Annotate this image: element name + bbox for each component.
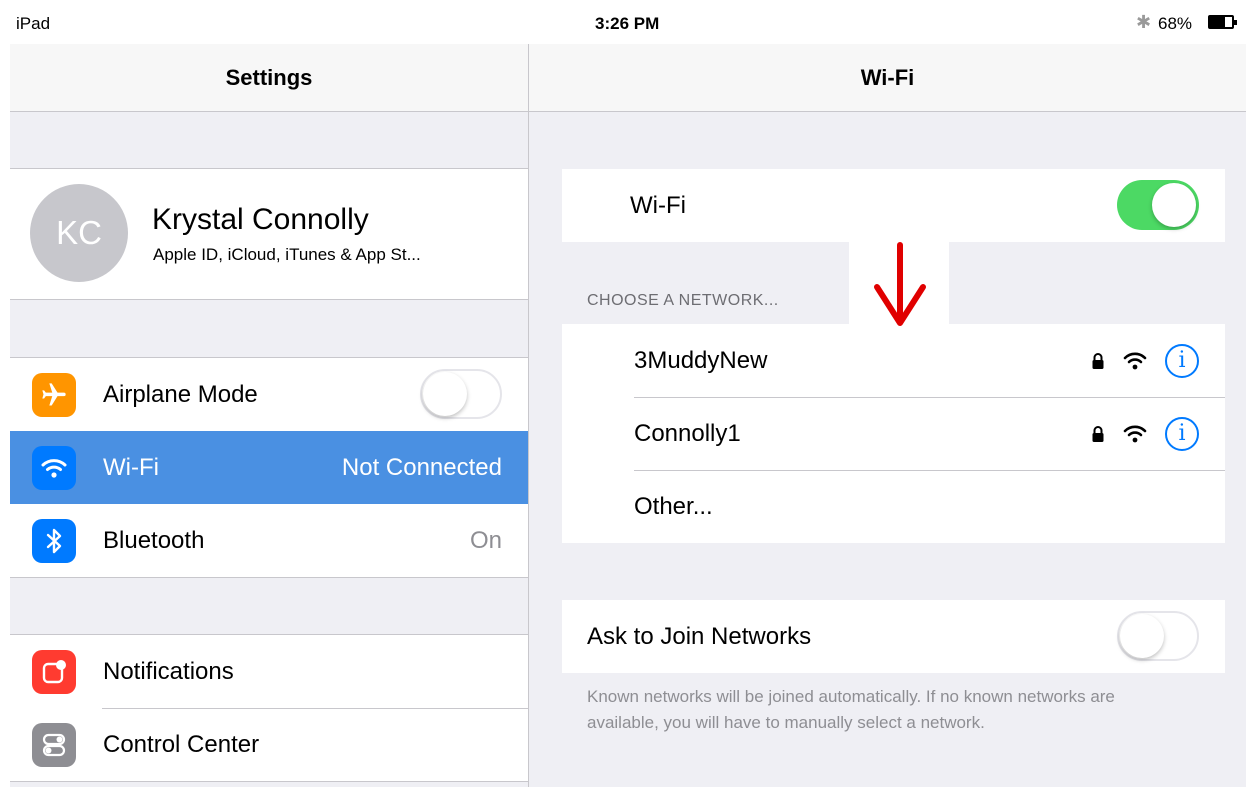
network-status-icons: i (1091, 416, 1199, 451)
notifications-icon (32, 649, 76, 694)
ask-join-toggle[interactable] (1117, 611, 1199, 661)
network-name: Connolly1 (634, 419, 741, 447)
airplane-icon (32, 372, 76, 417)
page-title: Wi-Fi (860, 64, 915, 90)
sidebar-item-control-center[interactable]: Control Center (10, 708, 528, 781)
airplane-mode-toggle[interactable] (420, 369, 502, 419)
wifi-signal-icon (1123, 425, 1147, 442)
settings-group-system: Notifications Control Center (10, 634, 528, 782)
wifi-signal-icon (1123, 352, 1147, 369)
wifi-toggle-row[interactable]: Wi-Fi (562, 169, 1225, 242)
network-info-button[interactable]: i (1165, 343, 1199, 378)
sidebar-item-label: Control Center (103, 730, 260, 758)
wifi-nav-bar: Wi-Fi (529, 44, 1246, 112)
wifi-status-value: Not Connected (341, 453, 502, 481)
ask-join-footnote: Known networks will be joined automatica… (587, 687, 1115, 732)
network-info-button[interactable]: i (1165, 416, 1199, 451)
choose-network-header: CHOOSE A NETWORK... (587, 292, 779, 309)
profile-subtitle: Apple ID, iCloud, iTunes & App St... (153, 245, 421, 264)
battery-percent: 68% (1158, 14, 1193, 33)
network-row-3muddynew[interactable]: 3MuddyNew i (562, 324, 1225, 397)
wifi-icon (32, 445, 76, 490)
avatar: KC (30, 184, 128, 282)
network-name: 3MuddyNew (634, 346, 768, 374)
network-list: 3MuddyNew i Connolly1 i Other... (562, 324, 1225, 543)
settings-nav-bar: Settings (10, 44, 528, 112)
network-status-icons: i (1091, 343, 1199, 378)
sidebar-item-label: Bluetooth (103, 526, 205, 554)
lock-icon (1092, 425, 1104, 442)
network-row-other[interactable]: Other... (562, 470, 1225, 543)
wifi-toggle-card: Wi-Fi (562, 169, 1225, 242)
sidebar-item-label: Airplane Mode (103, 380, 258, 408)
wifi-toggle[interactable] (1117, 180, 1199, 230)
page-title: Settings (225, 64, 313, 90)
bluetooth-icon (32, 518, 76, 563)
red-down-arrow-icon (849, 241, 949, 326)
settings-sidebar: Settings KC Krystal Connolly Apple ID, i… (10, 44, 528, 787)
settings-group-connectivity: Airplane Mode Wi-Fi Not Connected Blueto… (10, 357, 528, 578)
sidebar-item-airplane-mode[interactable]: Airplane Mode (10, 358, 528, 431)
status-bar: iPad 3:26 PM ✱ 68% (0, 0, 1246, 44)
profile-name: Krystal Connolly (152, 203, 369, 236)
ask-join-row[interactable]: Ask to Join Networks (562, 600, 1225, 673)
sidebar-item-bluetooth[interactable]: Bluetooth On (10, 504, 528, 577)
status-time: 3:26 PM (595, 14, 660, 33)
wifi-toggle-label: Wi-Fi (630, 191, 686, 219)
wifi-detail-pane: Wi-Fi Wi-Fi CHOOSE A NETWORK... 3MuddyNe… (528, 44, 1246, 787)
ask-join-label: Ask to Join Networks (587, 622, 812, 650)
sidebar-item-label: Wi-Fi (103, 453, 159, 481)
sidebar-item-label: Notifications (103, 657, 234, 685)
other-network-label: Other... (634, 492, 713, 520)
apple-id-profile[interactable]: KC Krystal Connolly Apple ID, iCloud, iT… (10, 168, 528, 300)
control-center-icon (32, 722, 76, 767)
device-label: iPad (16, 14, 51, 33)
bluetooth-icon: ✱ (1136, 12, 1152, 32)
ask-join-card: Ask to Join Networks (562, 600, 1225, 673)
bluetooth-status-value: On (469, 526, 502, 554)
sidebar-item-wifi[interactable]: Wi-Fi Not Connected (10, 431, 528, 504)
sidebar-item-notifications[interactable]: Notifications (10, 635, 528, 708)
battery-icon (1208, 15, 1237, 29)
lock-icon (1092, 352, 1104, 369)
network-row-connolly1[interactable]: Connolly1 i (562, 397, 1225, 470)
